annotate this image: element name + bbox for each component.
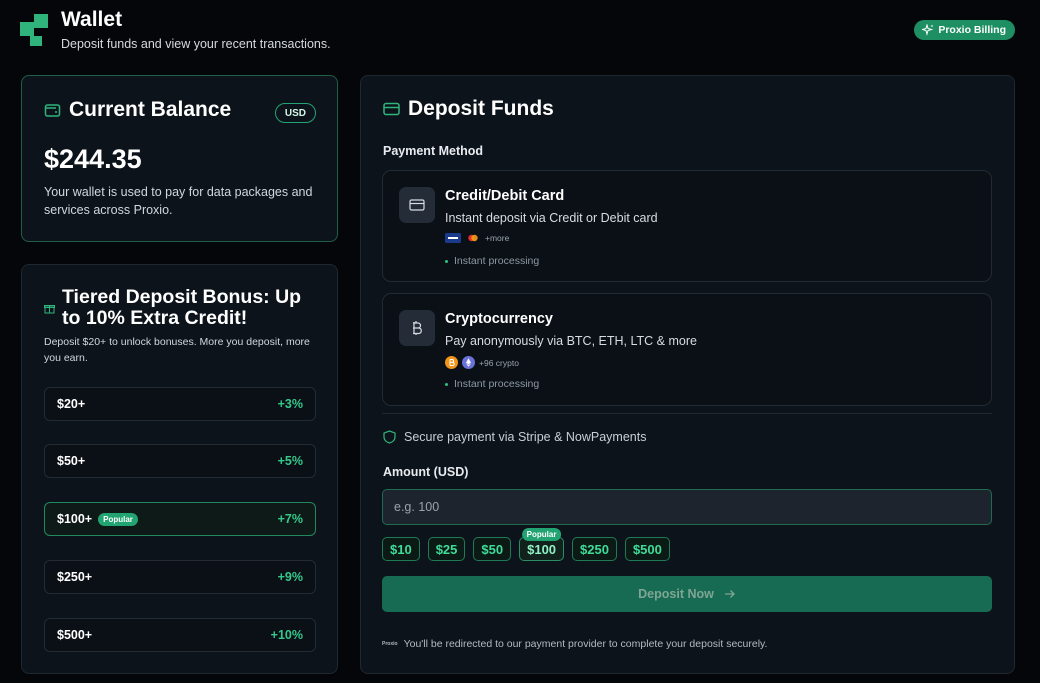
balance-header: Current Balance (44, 98, 231, 122)
tier-amount: $500+ (57, 628, 93, 642)
processing-text: Instant processing (454, 378, 540, 390)
currency-badge: USD (274, 103, 316, 123)
processing-text: Instant processing (454, 255, 540, 267)
deposit-card: Deposit Funds Payment Method Credit/Debi… (360, 75, 1015, 674)
page-title: Wallet (61, 8, 123, 31)
proxio-billing-badge: Proxio Billing (914, 20, 1015, 40)
sparkles-icon (922, 24, 934, 36)
bitcoin-icon (399, 310, 435, 346)
secure-payment-note: Secure payment via Stripe & NowPayments (383, 430, 646, 444)
processing-info: Instant processing (445, 255, 539, 267)
tier-amount: $250+ (57, 570, 93, 584)
page-subtitle: Deposit funds and view your recent trans… (61, 37, 331, 51)
preset-50-button[interactable]: $50 (473, 537, 512, 561)
tier-bonus: +7% (277, 512, 303, 526)
preset-500-button[interactable]: $500 (624, 537, 670, 561)
preset-label: $100 (527, 541, 557, 557)
bonus-tier-100[interactable]: $100+ Popular +7% (44, 502, 316, 536)
credit-card-icon (399, 187, 435, 223)
processing-info: Instant processing (445, 378, 539, 390)
billing-badge-label: Proxio Billing (938, 24, 1006, 36)
tier-amount: $20+ (57, 397, 86, 411)
divider (382, 413, 992, 414)
tier-bonus: +9% (277, 570, 303, 584)
gift-icon (44, 305, 55, 314)
balance-description: Your wallet is used to pay for data pack… (44, 185, 313, 217)
card-brands: +more (445, 233, 509, 243)
visa-icon (445, 233, 461, 243)
amount-label: Amount (USD) (383, 465, 469, 479)
crypto-coins: +96 crypto (445, 356, 519, 369)
eth-coin-icon (462, 356, 475, 369)
balance-title: Current Balance (69, 98, 232, 121)
method-description: Instant deposit via Credit or Debit card (445, 211, 658, 225)
bonus-tier-500[interactable]: $500+ +10% (44, 618, 316, 652)
shield-icon (383, 430, 396, 444)
tier-bonus: +5% (277, 454, 303, 468)
popular-badge: Popular (521, 528, 562, 541)
btc-coin-icon (445, 356, 458, 369)
status-dot-icon (445, 382, 448, 386)
deposit-button-label: Deposit Now (638, 587, 714, 601)
method-description: Pay anonymously via BTC, ETH, LTC & more (445, 334, 697, 348)
deposit-header: Deposit Funds (383, 97, 554, 121)
redirect-text: You'll be redirected to our payment prov… (403, 638, 768, 650)
payment-method-crypto[interactable]: Cryptocurrency Pay anonymously via BTC, … (382, 293, 992, 406)
proxio-mini-logo: Proxio (382, 641, 398, 647)
popular-badge: Popular (98, 512, 138, 526)
credit-card-icon (383, 102, 400, 116)
balance-card: Current Balance USD $244.35 Your wallet … (21, 75, 338, 242)
mastercard-icon (465, 233, 481, 243)
deposit-now-button[interactable]: Deposit Now (382, 576, 992, 612)
deposit-title: Deposit Funds (408, 97, 554, 120)
proxio-logo (20, 14, 48, 46)
wallet-icon (44, 103, 61, 117)
method-title: Credit/Debit Card (445, 188, 565, 204)
bonus-tier-250[interactable]: $250+ +9% (44, 560, 316, 594)
tier-bonus: +3% (277, 397, 303, 411)
tier-amount: $100+ (57, 512, 93, 526)
amount-input[interactable] (382, 489, 992, 525)
redirect-note: Proxio You'll be redirected to our payme… (382, 638, 767, 650)
more-crypto: +96 crypto (479, 357, 519, 368)
payment-method-card[interactable]: Credit/Debit Card Instant deposit via Cr… (382, 170, 992, 282)
method-title: Cryptocurrency (445, 311, 553, 327)
preset-100-button[interactable]: Popular $100 (519, 528, 565, 561)
bonus-description: Deposit $20+ to unlock bonuses. More you… (44, 336, 310, 364)
preset-250-button[interactable]: $250 (572, 537, 617, 561)
more-brands: +more (485, 233, 510, 243)
preset-10-button[interactable]: $10 (382, 537, 420, 561)
secure-text: Secure payment via Stripe & NowPayments (404, 430, 647, 444)
tier-amount: $50+ (57, 454, 86, 468)
arrow-right-icon (724, 590, 735, 598)
payment-method-label: Payment Method (383, 144, 484, 158)
bonus-card: Tiered Deposit Bonus: Up to 10% Extra Cr… (21, 264, 338, 674)
bonus-title: Tiered Deposit Bonus: Up to 10% Extra Cr… (62, 286, 302, 329)
preset-25-button[interactable]: $25 (427, 537, 466, 561)
balance-amount: $244.35 (44, 144, 142, 174)
bonus-tier-50[interactable]: $50+ +5% (44, 444, 316, 478)
status-dot-icon (445, 259, 448, 263)
tier-bonus: +10% (270, 628, 303, 642)
bonus-tier-20[interactable]: $20+ +3% (44, 387, 316, 421)
amount-presets: $10 $25 $50 Popular $100 $250 $500 (382, 528, 670, 561)
